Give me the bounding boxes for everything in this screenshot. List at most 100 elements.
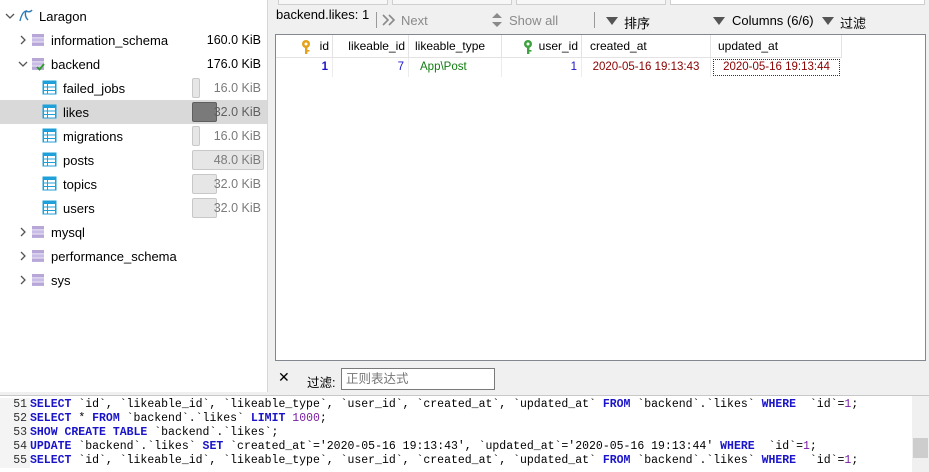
db-size: 176.0 KiB [206,57,261,71]
chevron-down-icon[interactable] [18,59,28,69]
tab-host[interactable] [278,0,388,5]
column-header-created-at[interactable]: created_at [582,35,711,58]
show-all-icon [490,12,504,31]
chevron-down-icon[interactable] [5,11,15,21]
table-label: users [63,201,95,216]
database-icon [31,33,45,47]
table-title: backend.likes: 1 [276,7,370,22]
tree-db-performance-schema[interactable]: performance_schema [0,244,267,268]
database-icon [31,225,45,239]
table-icon [42,80,57,95]
tree-db-sys[interactable]: sys [0,268,267,292]
sql-token: WHERE [761,398,803,411]
table-label: likes [63,105,90,120]
table-size: 32.0 KiB [213,201,261,215]
cell-created-at[interactable]: 2020-05-16 19:13:43 [582,58,711,77]
sql-token: `id`, `likeable_id`, `likeable_type`, `u… [78,454,603,467]
sql-token: `created_at`='2020-05-16 19:13:43', `upd… [230,440,721,453]
cell-likeable-id[interactable]: 7 [333,58,409,77]
tree-root-label: Laragon [39,9,87,24]
filter-input[interactable] [341,368,495,390]
column-header-label: created_at [590,39,647,53]
sql-token: FROM [602,398,638,411]
tab-database[interactable] [392,0,512,5]
tree-table-users[interactable]: users 32.0 KiB [0,196,267,220]
cell-updated-at-focused[interactable]: 2020-05-16 19:13:44 [713,59,840,76]
sql-token: 1 [802,440,810,453]
sql-token: SET [202,440,231,453]
sort-button[interactable]: 排序 [624,13,650,32]
table-size: 16.0 KiB [213,81,261,95]
column-header-likeable-id[interactable]: likeable_id [333,35,409,58]
tree-table-failed-jobs[interactable]: failed_jobs 16.0 KiB [0,76,267,100]
line-number: 52 [0,412,30,426]
table-label: failed_jobs [63,81,126,96]
tree-db-information-schema[interactable]: information_schema 160.0 KiB [0,28,267,52]
chevron-right-icon[interactable] [18,275,28,285]
db-label: sys [51,273,71,288]
tree-table-topics[interactable]: topics 32.0 KiB [0,172,267,196]
next-button[interactable]: Next [401,13,428,28]
cell-likeable-type[interactable]: App\Post [409,58,502,77]
table-size: 32.0 KiB [213,105,261,119]
sql-token: SELECT [30,398,79,411]
scrollbar-thumb[interactable] [913,438,928,458]
tree-table-likes[interactable]: likes 32.0 KiB [0,100,267,124]
database-active-icon [31,57,45,71]
table-icon [42,152,57,167]
line-number: 55 [0,454,30,468]
tree-table-migrations[interactable]: migrations 16.0 KiB [0,124,267,148]
sql-token: FROM [602,454,638,467]
chevron-right-icon[interactable] [18,35,28,45]
data-grid[interactable]: id likeable_id likeable_type user_id cre… [275,34,926,361]
column-header-label: likeable_id [348,39,405,53]
table-size-bar [192,78,200,98]
sql-log-scrollbar[interactable] [912,396,929,472]
cell-id[interactable]: 1 [276,58,333,77]
tree-table-posts[interactable]: posts 48.0 KiB [0,148,267,172]
sql-token: ; [851,398,859,411]
table-size: 32.0 KiB [213,177,261,191]
table-icon [42,176,57,191]
column-header-user-id[interactable]: user_id [502,35,582,58]
show-all-button[interactable]: Show all [509,13,558,28]
db-label: backend [51,57,101,72]
sql-token: `backend`.`likes` [126,412,251,425]
tree-root-laragon[interactable]: Laragon [0,4,267,28]
chevron-right-icon[interactable] [18,227,28,237]
close-filter-icon[interactable]: ✕ [278,369,290,386]
tab-data[interactable] [670,0,925,5]
sql-token: `backend`.`likes` [637,454,762,467]
tab-table[interactable] [516,0,666,5]
sql-token: LIMIT [250,412,293,425]
sort-dropdown-icon [606,15,618,29]
tree-db-mysql[interactable]: mysql [0,220,267,244]
sql-token: WHERE [761,454,803,467]
columns-button[interactable]: Columns (6/6) [732,13,814,28]
tree-db-backend[interactable]: backend 176.0 KiB [0,52,267,76]
column-header-id[interactable]: id [276,35,333,58]
column-header-updated-at[interactable]: updated_at [711,35,842,58]
sql-token: * [78,412,93,425]
filter-dropdown-icon [822,15,834,29]
db-label: performance_schema [51,249,177,264]
sql-token: SELECT [30,454,79,467]
cell-user-id[interactable]: 1 [502,58,582,77]
column-header-likeable-type[interactable]: likeable_type [409,35,502,58]
filter-button[interactable]: 过滤 [840,13,866,32]
database-tree[interactable]: Laragon information_schema 160.0 KiB bac… [0,0,268,392]
sql-token: `id`, `likeable_id`, `likeable_type`, `u… [78,398,603,411]
data-toolbar: backend.likes: 1 Next Show all 排序 Column… [270,6,929,35]
column-header-label: id [319,39,329,53]
sql-token: ; [851,454,859,467]
line-number: 51 [0,398,30,412]
column-header-label: updated_at [718,39,779,53]
sql-token: `id`= [802,454,845,467]
sql-log[interactable]: 51 SELECT `id`, `likeable_id`, `likeable_… [0,395,929,472]
sql-token: `backend`.`likes` [637,398,762,411]
server-icon [18,8,34,27]
columns-dropdown-icon [713,15,725,29]
chevron-right-icon[interactable] [18,251,28,261]
db-size: 160.0 KiB [206,33,261,47]
database-icon [31,273,45,287]
